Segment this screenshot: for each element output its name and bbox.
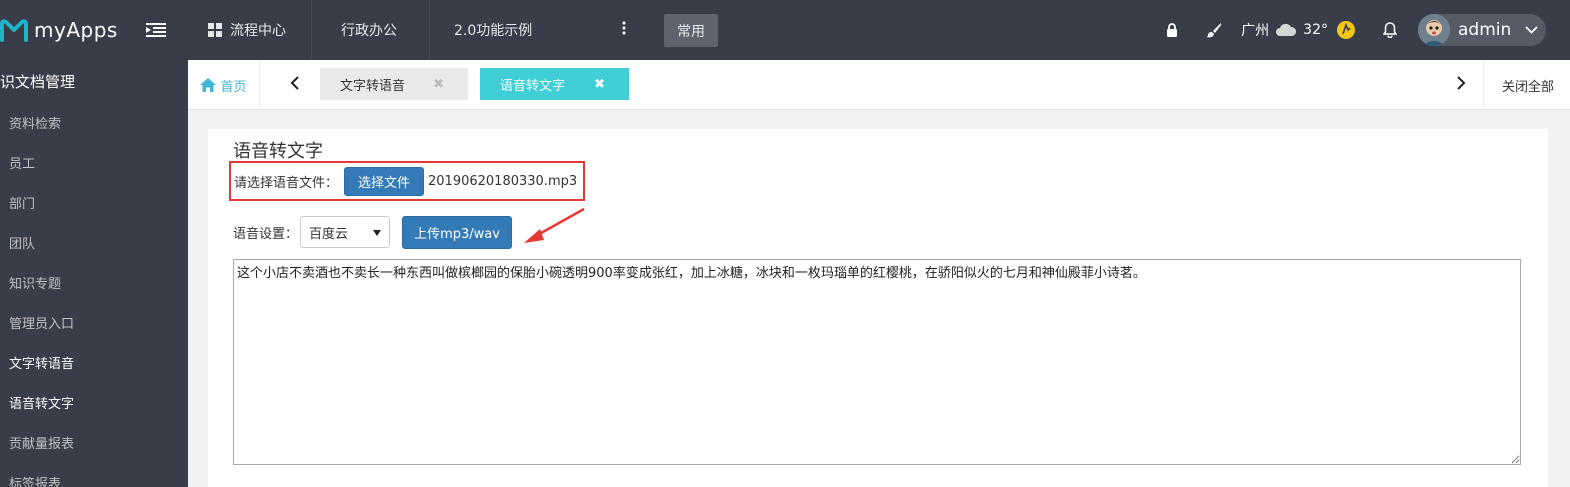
sidebar-item-admin-entry[interactable]: 管理员入口	[0, 302, 188, 342]
top-nav: 流程中心 行政办公 2.0功能示例 常用	[188, 0, 718, 60]
top-right-tools: 广州 32° admin	[1165, 0, 1570, 60]
weather-widget[interactable]: 广州 32°	[1241, 20, 1356, 40]
close-icon[interactable]: ✖	[433, 77, 444, 92]
tab-speech-to-text-label: 语音转文字	[500, 78, 566, 94]
weather-city: 广州	[1241, 23, 1270, 39]
tab-scroll-left-button[interactable]	[272, 60, 316, 110]
chevron-down-icon	[1525, 23, 1538, 38]
close-all-tabs-button[interactable]: 关闭全部	[1486, 60, 1570, 110]
chevron-left-icon	[290, 76, 299, 94]
grid-icon	[208, 23, 222, 37]
nav-admin-office[interactable]: 行政办公	[312, 0, 430, 60]
sidebar-title: 识文档管理	[0, 72, 76, 91]
top-bar: myApps 流程中心 行政办公 2.0功能示例 常用 广州 32° admin	[0, 0, 1570, 60]
upload-audio-button[interactable]: 上传mp3/wav	[402, 215, 513, 249]
chevron-right-icon	[1457, 76, 1466, 94]
avatar	[1418, 14, 1450, 46]
sidebar: 识文档管理 资料检索 员工 部门 团队 知识专题 管理员入口 文字转语音 语音转…	[0, 60, 188, 487]
speech-engine-select[interactable]: 百度云	[300, 216, 391, 248]
sidebar-item-speech-to-text[interactable]: 语音转文字	[0, 382, 188, 422]
tab-speech-to-text[interactable]: 语音转文字 ✖	[480, 68, 629, 100]
tab-scroll-right-button[interactable]	[1440, 60, 1484, 110]
annotation-arrow-icon	[524, 207, 585, 243]
nav-admin-office-label: 行政办公	[341, 23, 397, 39]
transcription-result-textarea[interactable]: 这个小店不卖酒也不卖长一种东西叫做槟榔园的保胎小碗透明900率变成张红，加上冰糖…	[233, 259, 1521, 465]
nav-feature-demo[interactable]: 2.0功能示例	[430, 0, 578, 60]
file-select-row: 请选择语音文件： 选择文件 20190620180330.mp3	[229, 161, 585, 201]
speech-to-text-panel: 语音转文字 请选择语音文件： 选择文件 20190620180330.mp3 语…	[208, 129, 1548, 487]
username: admin	[1458, 20, 1512, 40]
sun-icon	[1336, 20, 1356, 40]
nav-more-button[interactable]	[578, 0, 664, 60]
cloud-icon	[1275, 23, 1297, 37]
main-content: 语音转文字 请选择语音文件： 选择文件 20190620180330.mp3 语…	[188, 111, 1570, 487]
brush-icon[interactable]	[1205, 21, 1223, 39]
sidebar-item-text-to-speech[interactable]: 文字转语音	[0, 342, 188, 382]
lock-icon[interactable]	[1165, 22, 1179, 38]
tab-bar: 首页 文字转语音 ✖ 语音转文字 ✖ 关闭全部	[188, 60, 1570, 110]
user-menu[interactable]: admin	[1418, 14, 1546, 46]
tab-text-to-speech[interactable]: 文字转语音 ✖	[320, 68, 468, 100]
brand-name: myApps	[34, 18, 118, 42]
vertical-dots-icon	[622, 21, 626, 39]
myapps-logo-icon	[0, 17, 28, 43]
caret-down-icon	[373, 225, 382, 240]
bell-icon[interactable]	[1382, 22, 1398, 38]
sidebar-item-search[interactable]: 资料检索	[0, 102, 188, 142]
speech-engine-value: 百度云	[309, 226, 349, 242]
nav-flow-center-label: 流程中心	[230, 23, 286, 39]
tab-home[interactable]: 首页	[188, 60, 260, 110]
selected-file-name: 20190620180330.mp3	[428, 173, 578, 189]
sidebar-toggle-icon[interactable]	[146, 22, 168, 40]
close-icon[interactable]: ✖	[594, 77, 605, 92]
nav-flow-center[interactable]: 流程中心	[188, 0, 312, 60]
file-select-label: 请选择语音文件：	[234, 175, 339, 191]
choose-file-button[interactable]: 选择文件	[344, 166, 425, 196]
page-title: 语音转文字	[233, 141, 323, 162]
sidebar-item-topics[interactable]: 知识专题	[0, 262, 188, 302]
sidebar-item-department[interactable]: 部门	[0, 182, 188, 222]
sidebar-item-staff[interactable]: 员工	[0, 142, 188, 182]
weather-temperature: 32°	[1303, 22, 1328, 38]
sidebar-item-contribution-report[interactable]: 贡献量报表	[0, 422, 188, 462]
sidebar-item-tag-report[interactable]: 标签报表	[0, 462, 188, 487]
nav-common-button[interactable]: 常用	[664, 14, 718, 47]
tab-home-label: 首页	[220, 79, 247, 95]
speech-setting-label: 语音设置：	[233, 226, 299, 242]
home-icon	[200, 78, 217, 92]
nav-feature-demo-label: 2.0功能示例	[454, 23, 533, 39]
sidebar-item-team[interactable]: 团队	[0, 222, 188, 262]
speech-setting-row: 语音设置： 百度云 上传mp3/wav	[233, 215, 513, 249]
tab-text-to-speech-label: 文字转语音	[340, 78, 406, 94]
